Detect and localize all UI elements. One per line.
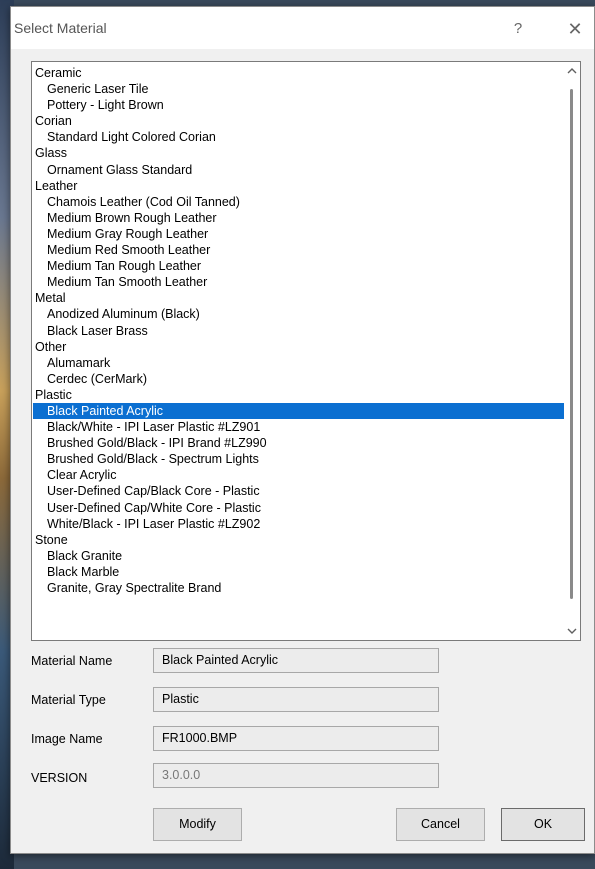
list-category[interactable]: Stone (33, 532, 564, 548)
dialog-title: Select Material (14, 20, 107, 36)
material-name-label: Material Name (31, 654, 113, 668)
list-item[interactable]: Medium Gray Rough Leather (33, 226, 564, 242)
list-item[interactable]: Cerdec (CerMark) (33, 371, 564, 387)
close-button[interactable]: ✕ (559, 14, 591, 44)
material-name-field[interactable]: Black Painted Acrylic (153, 648, 439, 673)
vertical-scrollbar[interactable] (564, 62, 580, 640)
cancel-button[interactable]: Cancel (396, 808, 485, 841)
list-item[interactable]: Medium Tan Smooth Leather (33, 274, 564, 290)
list-item[interactable]: Medium Brown Rough Leather (33, 210, 564, 226)
list-item[interactable]: Chamois Leather (Cod Oil Tanned) (33, 194, 564, 210)
image-name-label: Image Name (31, 732, 103, 746)
list-item[interactable]: Medium Red Smooth Leather (33, 242, 564, 258)
list-category[interactable]: Glass (33, 145, 564, 161)
version-label: VERSION (31, 771, 88, 785)
material-list-items: Ceramic Generic Laser Tile Pottery - Light… (33, 65, 564, 596)
list-item[interactable]: Anodized Aluminum (Black) (33, 306, 564, 322)
scroll-up-arrow-icon[interactable] (567, 66, 577, 76)
list-item[interactable]: White/Black - IPI Laser Plastic #LZ902 (33, 516, 564, 532)
list-item[interactable]: Black/White - IPI Laser Plastic #LZ901 (33, 419, 564, 435)
list-item[interactable]: Alumamark (33, 355, 564, 371)
list-item[interactable]: Clear Acrylic (33, 467, 564, 483)
list-category[interactable]: Plastic (33, 387, 564, 403)
list-item[interactable]: Black Marble (33, 564, 564, 580)
list-item[interactable]: Ornament Glass Standard (33, 162, 564, 178)
material-type-field[interactable]: Plastic (153, 687, 439, 712)
list-category[interactable]: Metal (33, 290, 564, 306)
list-item[interactable]: User-Defined Cap/White Core - Plastic (33, 500, 564, 516)
help-button[interactable]: ? (503, 14, 533, 44)
select-material-dialog: Select Material ? ✕ Ceramic Generic Laser… (10, 6, 595, 854)
material-list[interactable]: Ceramic Generic Laser Tile Pottery - Light… (31, 61, 581, 641)
list-item[interactable]: Generic Laser Tile (33, 81, 564, 97)
list-item[interactable]: Granite, Gray Spectralite Brand (33, 580, 564, 596)
list-category[interactable]: Other (33, 339, 564, 355)
scrollbar-thumb[interactable] (570, 89, 573, 599)
list-item[interactable]: Pottery - Light Brown (33, 97, 564, 113)
list-item[interactable]: Brushed Gold/Black - IPI Brand #LZ990 (33, 435, 564, 451)
modify-button[interactable]: Modify (153, 808, 242, 841)
list-category[interactable]: Corian (33, 113, 564, 129)
list-item[interactable]: User-Defined Cap/Black Core - Plastic (33, 483, 564, 499)
ok-button[interactable]: OK (501, 808, 585, 841)
list-item[interactable]: Brushed Gold/Black - Spectrum Lights (33, 451, 564, 467)
material-type-label: Material Type (31, 693, 106, 707)
list-item[interactable]: Black Painted Acrylic (33, 402, 564, 420)
list-category[interactable]: Ceramic (33, 65, 564, 81)
list-category[interactable]: Leather (33, 178, 564, 194)
list-item[interactable]: Black Granite (33, 548, 564, 564)
list-item[interactable]: Medium Tan Rough Leather (33, 258, 564, 274)
list-item[interactable]: Standard Light Colored Corian (33, 129, 564, 145)
image-name-field[interactable]: FR1000.BMP (153, 726, 439, 751)
title-bar: Select Material ? ✕ (11, 7, 594, 49)
scroll-down-arrow-icon[interactable] (567, 626, 577, 636)
list-item[interactable]: Black Laser Brass (33, 323, 564, 339)
version-field: 3.0.0.0 (153, 763, 439, 788)
